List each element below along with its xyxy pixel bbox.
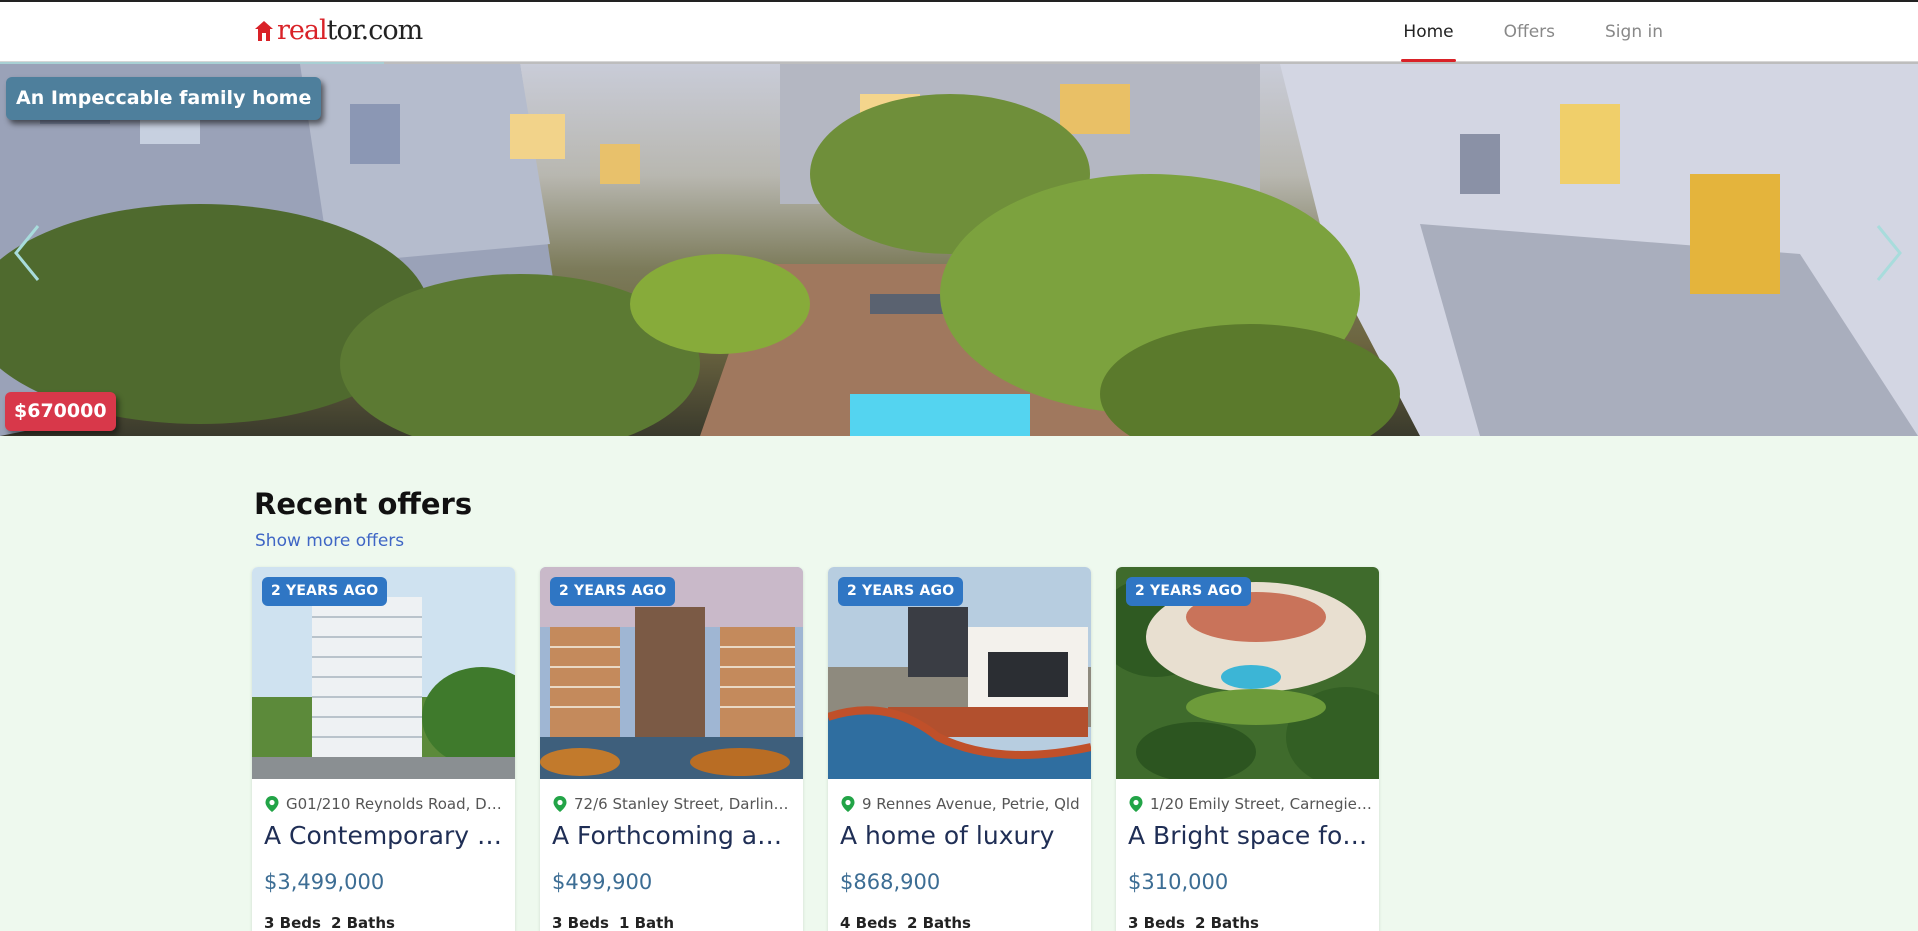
nav-signin-link[interactable]: Sign in bbox=[1605, 2, 1663, 62]
location-pin-icon bbox=[265, 796, 279, 812]
listing-location: G01/210 Reynolds Road, Doncaster East bbox=[264, 795, 508, 813]
listing-beds: 3 Beds bbox=[264, 914, 321, 931]
listing-age-badge: 2 YEARS AGO bbox=[550, 577, 676, 606]
carousel-next-arrow-icon[interactable] bbox=[1868, 218, 1908, 288]
listing-age-badge: 2 YEARS AGO bbox=[1126, 577, 1252, 606]
listing-price: $499,900 bbox=[552, 870, 653, 894]
offer-card[interactable]: 2 YEARS AGO G01/210 Reynolds Road, Donca… bbox=[252, 567, 515, 931]
carousel-prev-arrow-icon[interactable] bbox=[8, 218, 48, 288]
listing-price: $868,900 bbox=[840, 870, 941, 894]
listing-price: $3,499,000 bbox=[264, 870, 385, 894]
listing-age-badge: 2 YEARS AGO bbox=[262, 577, 388, 606]
listing-beds: 3 Beds bbox=[1128, 914, 1185, 931]
nav-home-link[interactable]: Home bbox=[1401, 2, 1456, 62]
listing-features: 3 Beds 2 Baths bbox=[1128, 914, 1259, 931]
offer-card[interactable]: 2 YEARS AGO 1/20 Emily Street, Carnegie,… bbox=[1116, 567, 1379, 931]
listing-baths: 2 Baths bbox=[330, 914, 395, 931]
offer-card-image: 2 YEARS AGO bbox=[540, 567, 803, 779]
listing-features: 3 Beds 1 Bath bbox=[552, 914, 674, 931]
listing-baths: 1 Bath bbox=[618, 914, 675, 931]
listing-beds: 3 Beds bbox=[552, 914, 609, 931]
logo-text: realtor.com bbox=[277, 15, 423, 46]
listing-baths: 2 Baths bbox=[1194, 914, 1259, 931]
offer-card-image: 2 YEARS AGO bbox=[252, 567, 515, 779]
listing-baths: 2 Baths bbox=[906, 914, 971, 931]
listing-address: 1/20 Emily Street, Carnegie, Vic bbox=[1150, 795, 1372, 813]
listing-features: 3 Beds 2 Baths bbox=[264, 914, 395, 931]
location-pin-icon bbox=[841, 796, 855, 812]
section-heading: Recent offers bbox=[254, 487, 473, 521]
listing-location: 1/20 Emily Street, Carnegie, Vic bbox=[1128, 795, 1372, 813]
nav-links: Home Offers Sign in bbox=[1401, 2, 1663, 62]
listing-address: 72/6 Stanley Street, Darlinghurst bbox=[574, 795, 796, 813]
listing-location: 72/6 Stanley Street, Darlinghurst bbox=[552, 795, 796, 813]
listing-location: 9 Rennes Avenue, Petrie, Qld bbox=[840, 795, 1084, 813]
top-navbar: realtor.com Home Offers Sign in bbox=[0, 0, 1918, 66]
listing-price: $310,000 bbox=[1128, 870, 1229, 894]
listing-features: 4 Beds 2 Baths bbox=[840, 914, 971, 931]
offer-card[interactable]: 2 YEARS AGO 72/6 Stanley Street, Darling… bbox=[540, 567, 803, 931]
house-icon bbox=[255, 21, 273, 41]
listing-address: 9 Rennes Avenue, Petrie, Qld bbox=[862, 795, 1080, 813]
listing-title: A Forthcoming auction bbox=[552, 821, 792, 850]
listing-title: A Bright space for you bbox=[1128, 821, 1368, 850]
listing-title: A Contemporary studio bbox=[264, 821, 504, 850]
offer-card[interactable]: 2 YEARS AGO 9 Rennes Avenue, Petrie, Qld… bbox=[828, 567, 1091, 931]
nav-offers-link[interactable]: Offers bbox=[1504, 2, 1555, 62]
offer-card-image: 2 YEARS AGO bbox=[828, 567, 1091, 779]
hero-price-badge: $670000 bbox=[5, 392, 116, 431]
listing-age-badge: 2 YEARS AGO bbox=[838, 577, 964, 606]
hero-title-label: An Impeccable family home bbox=[6, 77, 322, 120]
listing-address: G01/210 Reynolds Road, Doncaster East bbox=[286, 795, 508, 813]
location-pin-icon bbox=[1129, 796, 1143, 812]
realtor-logo[interactable]: realtor.com bbox=[254, 15, 423, 46]
show-more-offers-link[interactable]: Show more offers bbox=[255, 531, 404, 551]
listing-title: A home of luxury bbox=[840, 821, 1055, 850]
location-pin-icon bbox=[553, 796, 567, 812]
offer-card-image: 2 YEARS AGO bbox=[1116, 567, 1379, 779]
listing-beds: 4 Beds bbox=[840, 914, 897, 931]
hero-carousel[interactable]: An Impeccable family home $670000 bbox=[0, 64, 1918, 436]
